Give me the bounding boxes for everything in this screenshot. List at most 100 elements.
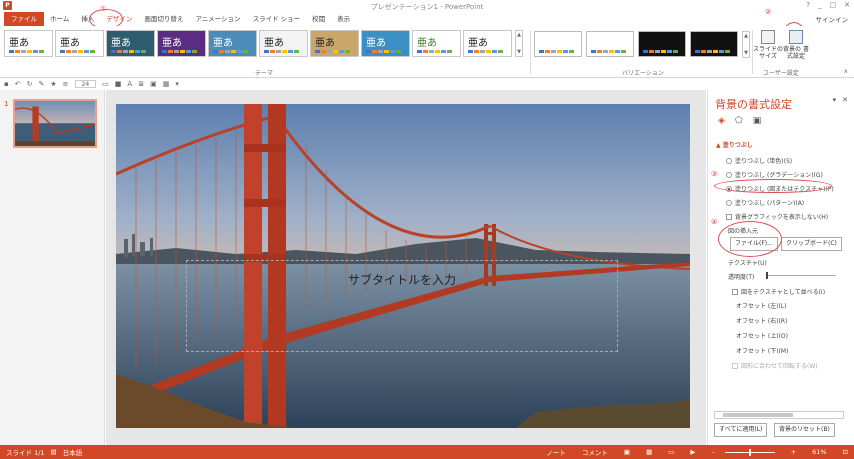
file-button[interactable]: ファイル(F)... xyxy=(730,237,778,251)
theme-thumbnail[interactable]: 亜あ xyxy=(361,30,410,57)
pane-options-icon[interactable]: ▾ xyxy=(833,96,837,104)
effects-pentagon-icon[interactable]: ⬠ xyxy=(735,116,743,126)
redo-icon[interactable]: ↻ xyxy=(27,80,33,88)
notes-button[interactable]: ノート xyxy=(546,447,566,457)
spellcheck-icon[interactable]: ▤ xyxy=(51,448,57,456)
language-label[interactable]: 日本語 xyxy=(63,447,83,457)
text-box-icon[interactable]: ▭ xyxy=(102,80,109,88)
theme-thumbnail[interactable]: 亜あ xyxy=(106,30,155,57)
reading-view-icon[interactable]: ▭ xyxy=(668,448,674,456)
tab-transitions[interactable]: 画面切り替え xyxy=(138,12,189,26)
minimize-icon[interactable]: _ xyxy=(818,1,822,9)
fill-pattern-option[interactable]: 塗りつぶし (パターン)(A) xyxy=(726,198,804,207)
collapse-ribbon-icon[interactable]: ∧ xyxy=(844,68,848,75)
list-icon[interactable]: ≡ xyxy=(63,80,69,88)
hide-background-graphics-option[interactable]: 背景グラフィックを表示しない(H) xyxy=(726,212,828,221)
scroll-down-icon[interactable]: ▼ xyxy=(517,49,521,55)
slide-size-button[interactable]: スライドの サイズ xyxy=(753,30,783,70)
pane-controls: ▾ ✕ xyxy=(833,96,848,104)
ribbon-tabs: ファイル ホーム 挿入 デザイン 画面切り替え アニメーション スライド ショー… xyxy=(0,12,854,26)
comments-button[interactable]: コメント xyxy=(582,447,608,457)
checkbox-rotate-with-shape[interactable] xyxy=(732,362,738,369)
fill-picture-option[interactable]: 塗りつぶし (図またはテクスチャ)(P) xyxy=(726,184,834,193)
scroll-up-icon[interactable]: ▲ xyxy=(744,33,748,39)
clipboard-button[interactable]: クリップボード(C) xyxy=(781,237,842,251)
subtitle-placeholder[interactable]: サブタイトルを入力 xyxy=(186,260,618,352)
transparency-slider[interactable] xyxy=(766,272,836,279)
tab-insert[interactable]: 挿入 xyxy=(75,12,100,26)
slide-thumbnail[interactable] xyxy=(13,99,97,148)
fit-slide-icon[interactable]: ⊡ xyxy=(843,448,848,456)
zoom-slider[interactable] xyxy=(724,448,775,456)
fill-section-header[interactable]: ▲ 塗りつぶし xyxy=(716,140,753,149)
reset-background-button[interactable]: 背景のリセット(B) xyxy=(774,423,835,437)
variant-thumbnail[interactable] xyxy=(690,31,738,57)
annotation-number-2: ② xyxy=(765,8,772,16)
tab-animations[interactable]: アニメーション xyxy=(189,12,246,26)
close-icon[interactable]: ✕ xyxy=(844,1,850,9)
radio-fill-pattern[interactable] xyxy=(726,199,732,206)
picture-icon[interactable]: ▣ xyxy=(753,116,762,126)
undo-icon[interactable]: ↶ xyxy=(15,80,21,88)
radio-fill-solid[interactable] xyxy=(726,157,732,164)
align-icon[interactable]: ≣ xyxy=(138,80,144,88)
font-size-box[interactable]: 24 xyxy=(74,79,97,88)
fill-solid-option[interactable]: 塗りつぶし (単色)(S) xyxy=(726,156,792,165)
format-painter-icon[interactable]: ✎ xyxy=(39,80,45,88)
tile-option[interactable]: 図をテクスチャとして並べる(I) xyxy=(732,287,825,296)
fill-gradient-option[interactable]: 塗りつぶし (グラデーション)(G) xyxy=(726,170,823,179)
slideshow-icon[interactable]: ▶ xyxy=(690,448,695,456)
theme-thumbnail[interactable]: 亜あ xyxy=(157,30,206,57)
theme-thumbnail[interactable]: 亜あ xyxy=(208,30,257,57)
theme-thumbnail[interactable]: 亜あ xyxy=(463,30,512,57)
maximize-icon[interactable]: □ xyxy=(830,1,837,9)
fill-bucket-icon[interactable]: ◈ xyxy=(718,116,725,126)
tab-review[interactable]: 校閲 xyxy=(306,12,331,26)
tab-design[interactable]: デザイン xyxy=(100,12,138,26)
slider-knob[interactable] xyxy=(766,272,768,279)
pane-horizontal-scrollbar[interactable] xyxy=(714,411,844,419)
tab-slideshow[interactable]: スライド ショー xyxy=(247,12,307,26)
normal-view-icon[interactable]: ▣ xyxy=(624,448,630,456)
themes-scroll[interactable]: ▲ ▼ xyxy=(515,30,523,57)
customize-qat-icon[interactable]: ▾ xyxy=(175,80,179,88)
theme-thumbnail[interactable]: 亜あ xyxy=(259,30,308,57)
theme-thumbnail[interactable]: 亜あ xyxy=(310,30,359,57)
scrollbar-thumb[interactable] xyxy=(723,413,793,417)
help-icon[interactable]: ? xyxy=(806,1,810,9)
slide-sorter-icon[interactable]: ▦ xyxy=(646,448,652,456)
scroll-up-icon[interactable]: ▲ xyxy=(517,32,521,38)
variant-thumbnail[interactable] xyxy=(586,31,634,57)
tab-home[interactable]: ホーム xyxy=(44,12,75,26)
rotate-with-shape-option[interactable]: 図形に合わせて回転する(W) xyxy=(732,361,818,370)
variants-scroll[interactable]: ▲ ▼ xyxy=(742,31,750,58)
variant-color-swatches xyxy=(591,50,626,53)
variant-thumbnail[interactable] xyxy=(638,31,686,57)
signin-link[interactable]: サインイン xyxy=(816,14,849,24)
radio-fill-gradient[interactable] xyxy=(726,171,732,178)
star-icon[interactable]: ★ xyxy=(50,80,56,88)
tab-file[interactable]: ファイル xyxy=(4,12,44,26)
theme-thumbnail[interactable]: 亜あ xyxy=(4,30,53,57)
scroll-down-icon[interactable]: ▼ xyxy=(744,50,748,56)
picture-icon[interactable]: ▣ xyxy=(150,80,157,88)
zoom-out-icon[interactable]: – xyxy=(711,448,714,456)
variant-thumbnail[interactable] xyxy=(534,31,582,57)
apply-to-all-button[interactable]: すべてに適用(L) xyxy=(714,423,768,437)
checkbox-hide-graphics[interactable] xyxy=(726,213,732,220)
font-color-icon[interactable]: A xyxy=(127,80,132,88)
zoom-in-icon[interactable]: + xyxy=(791,448,796,456)
save-icon[interactable]: ▪ xyxy=(4,80,9,88)
table-icon[interactable]: ▦ xyxy=(163,80,170,88)
format-background-button[interactable]: 背景の 書式設定 xyxy=(781,30,811,70)
tab-view[interactable]: 表示 xyxy=(331,12,356,26)
checkbox-tile[interactable] xyxy=(732,288,738,295)
fill-gradient-label: 塗りつぶし (グラデーション)(G) xyxy=(735,172,823,179)
radio-fill-picture[interactable] xyxy=(726,185,732,192)
slide-canvas[interactable]: サブタイトルを入力 xyxy=(116,104,690,428)
zoom-level[interactable]: 61% xyxy=(812,448,826,456)
theme-thumbnail[interactable]: 亜あ xyxy=(55,30,104,57)
pane-close-icon[interactable]: ✕ xyxy=(842,96,848,104)
theme-thumbnail[interactable]: 亜あ xyxy=(412,30,461,57)
bold-icon[interactable]: ■ xyxy=(115,80,122,88)
